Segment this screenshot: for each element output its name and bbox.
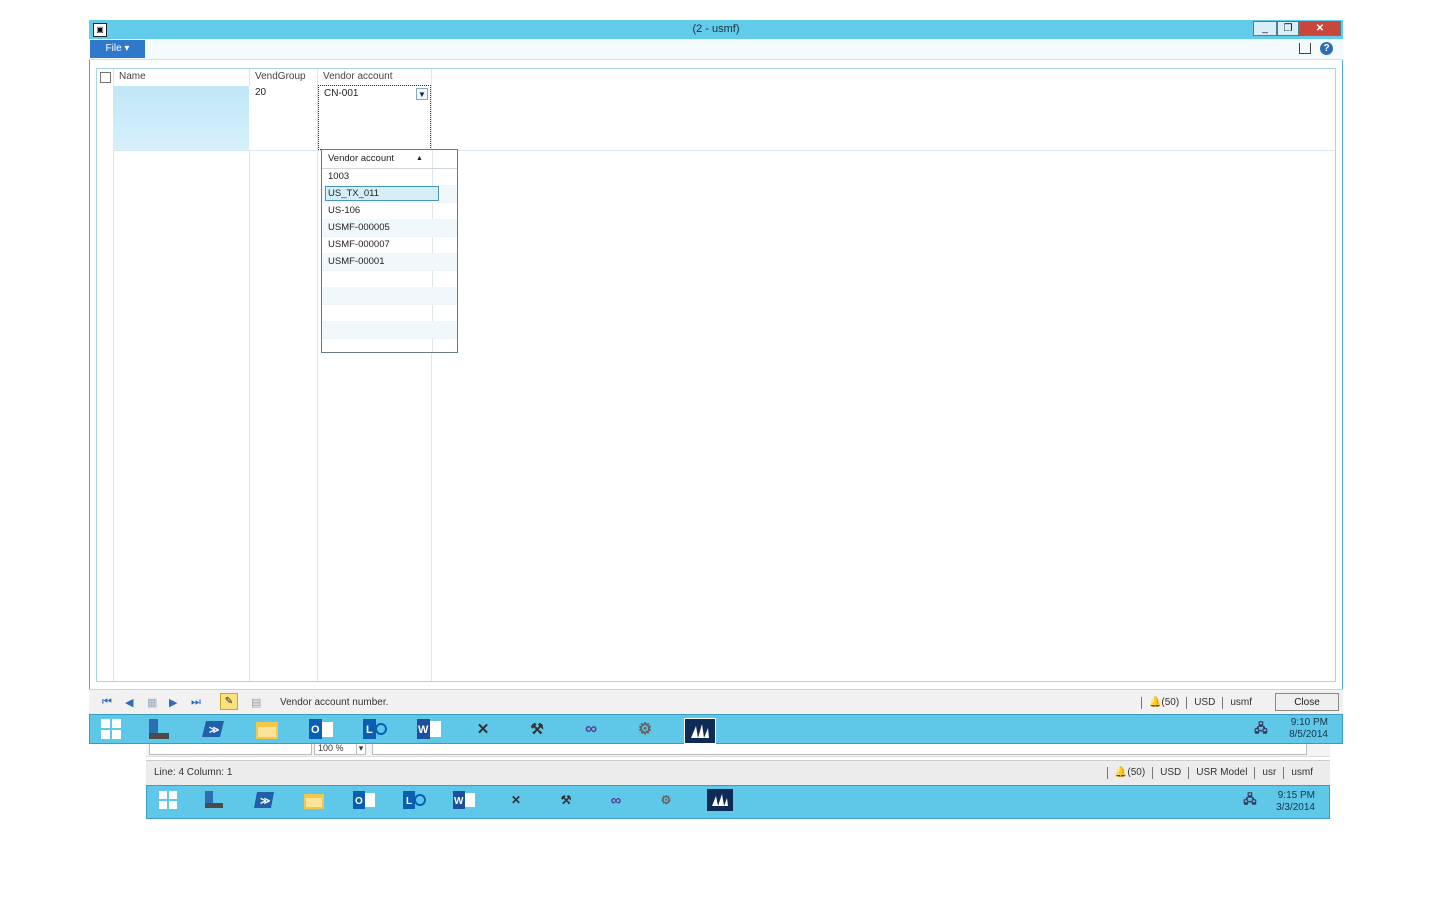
server-manager-icon[interactable] xyxy=(201,789,227,811)
settings-gear-icon[interactable]: ⚙ xyxy=(653,789,679,811)
lookup-item[interactable]: USMF-000007 xyxy=(322,236,457,254)
previous-record-icon[interactable]: ◀ xyxy=(125,696,133,709)
taskbar: ≫ O L W ✕ ⚒ ∞ ⚙ 🖧 9:10 PM 8/5/2014 xyxy=(89,714,1343,744)
word-icon[interactable]: W xyxy=(451,789,477,811)
last-record-icon[interactable]: ⏭ xyxy=(191,696,201,709)
company[interactable]: usmf xyxy=(1222,697,1259,709)
windows-start-icon[interactable] xyxy=(98,718,124,740)
close-window-button[interactable]: ✕ xyxy=(1299,21,1341,36)
lync-icon[interactable]: L xyxy=(401,789,427,811)
column-header-name[interactable]: Name xyxy=(119,71,146,82)
file-explorer-icon[interactable] xyxy=(254,718,280,740)
bell-icon: 🔔 xyxy=(1148,697,1162,708)
word-icon[interactable]: W xyxy=(416,718,442,740)
svg-text:O: O xyxy=(311,724,320,736)
status-help-text: Vendor account number. xyxy=(280,697,389,708)
grid-column-divider xyxy=(113,69,114,681)
lookup-item[interactable]: USMF-000005 xyxy=(322,219,457,237)
title-bar[interactable]: ▣ (2 - usmf) _ ❐ ✕ xyxy=(89,20,1343,39)
vendor-account-field[interactable]: CN-001 ▼ xyxy=(318,85,431,150)
column-header-vendor-account[interactable]: Vendor account xyxy=(323,71,393,82)
status-bar: ⏮ ◀ ▦ ▶ ⏭ ✎ ▤ Vendor account number. 🔔(5… xyxy=(89,689,1343,714)
bg-company[interactable]: usmf xyxy=(1283,767,1320,779)
minimize-button[interactable]: _ xyxy=(1253,21,1277,36)
config-tools-icon[interactable]: ⚒ xyxy=(524,718,550,740)
vendor-account-value: CN-001 xyxy=(324,88,359,99)
grid: Name VendGroup Vendor account 20 CN-001 … xyxy=(96,68,1336,682)
lookup-empty-row xyxy=(322,304,457,322)
bg-status-right: 🔔(50) USD USR Model usr usmf xyxy=(1106,767,1320,779)
bg-clock[interactable]: 9:15 PM 3/3/2014 xyxy=(1276,790,1315,814)
first-record-icon[interactable]: ⏮ xyxy=(102,696,112,709)
outlook-icon[interactable]: O xyxy=(351,789,377,811)
status-right: 🔔(50) USD usmf xyxy=(1140,697,1259,709)
svg-text:L: L xyxy=(366,724,373,736)
lookup-empty-row xyxy=(322,321,457,339)
lookup-item[interactable]: US-106 xyxy=(322,202,457,220)
sort-ascending-icon: ▲ xyxy=(416,155,423,162)
network-icon[interactable]: 🖧 xyxy=(1237,789,1263,811)
ribbon-bar: File ▾ ? xyxy=(89,39,1343,60)
file-explorer-icon[interactable] xyxy=(301,789,327,811)
window-title: (2 - usmf) xyxy=(692,23,740,35)
bg-layer[interactable]: usr xyxy=(1254,767,1283,779)
clock[interactable]: 9:10 PM 8/5/2014 xyxy=(1289,717,1328,741)
help-icon[interactable]: ? xyxy=(1320,42,1333,55)
bg-notifications[interactable]: 🔔(50) xyxy=(1106,767,1152,779)
lookup-empty-row xyxy=(322,270,457,288)
server-manager-icon[interactable] xyxy=(146,718,172,740)
currency[interactable]: USD xyxy=(1186,697,1222,709)
lookup-item[interactable]: USMF-00001 xyxy=(322,253,457,271)
svg-text:≫: ≫ xyxy=(260,796,270,807)
bell-icon: 🔔 xyxy=(1114,767,1128,778)
powershell-icon[interactable]: ≫ xyxy=(251,789,277,811)
close-button[interactable]: Close xyxy=(1275,693,1339,711)
svg-text:W: W xyxy=(454,796,464,807)
lookup-item-selected[interactable]: US_TX_011 xyxy=(322,185,457,203)
network-icon[interactable]: 🖧 xyxy=(1248,718,1274,740)
next-record-icon[interactable]: ▶ xyxy=(169,696,177,709)
chevron-down-icon[interactable]: ▼ xyxy=(416,88,428,100)
attachment-icon[interactable]: ▤ xyxy=(251,696,261,709)
visual-studio-icon[interactable]: ∞ xyxy=(578,718,604,740)
tools-icon[interactable]: ✕ xyxy=(470,718,496,740)
grid-column-divider xyxy=(249,69,250,681)
bg-status-bar: Line: 4 Column: 1 🔔(50) USD USR Model us… xyxy=(146,760,1330,785)
vendor-account-lookup: Vendor account ▲ 1003 US_TX_011 US-106 U… xyxy=(321,149,458,353)
lookup-item[interactable]: 1003 xyxy=(322,168,457,186)
lookup-header[interactable]: Vendor account ▲ xyxy=(322,150,457,169)
visual-studio-icon[interactable]: ∞ xyxy=(603,789,629,811)
windows-start-icon[interactable] xyxy=(155,789,181,811)
settings-gear-icon[interactable]: ⚙ xyxy=(632,718,658,740)
record-list-icon[interactable]: ▦ xyxy=(147,696,157,709)
svg-text:≫: ≫ xyxy=(209,725,219,736)
notifications[interactable]: 🔔(50) xyxy=(1140,697,1186,709)
grid-header: Name VendGroup Vendor account xyxy=(97,69,433,85)
dynamics-ax-icon[interactable] xyxy=(707,789,733,811)
vendgroup-value: 20 xyxy=(255,87,267,98)
row-divider xyxy=(113,150,1335,151)
svg-text:L: L xyxy=(406,796,412,807)
svg-text:O: O xyxy=(355,796,363,807)
row-name-cell[interactable] xyxy=(113,86,249,150)
edit-pencil-icon[interactable]: ✎ xyxy=(220,693,238,710)
config-tools-icon[interactable]: ⚒ xyxy=(553,789,579,811)
bg-taskbar: ≫ O L W ✕ ⚒ ∞ ⚙ 🖧 9:15 PM 3/3/2014 xyxy=(146,785,1330,819)
powershell-icon[interactable]: ≫ xyxy=(200,718,226,740)
bg-status-text: Line: 4 Column: 1 xyxy=(154,767,233,778)
lync-icon[interactable]: L xyxy=(362,718,388,740)
layout-icon[interactable] xyxy=(1299,43,1311,54)
column-header-vendgroup[interactable]: VendGroup xyxy=(255,71,306,82)
bg-currency[interactable]: USD xyxy=(1152,767,1188,779)
bg-model[interactable]: USR Model xyxy=(1188,767,1254,779)
outlook-icon[interactable]: O xyxy=(308,718,334,740)
dynamics-ax-icon[interactable] xyxy=(684,718,716,744)
restore-button[interactable]: ❐ xyxy=(1277,21,1299,36)
svg-text:W: W xyxy=(418,724,429,736)
grid-column-divider xyxy=(317,69,318,681)
lookup-empty-row xyxy=(322,287,457,305)
tools-icon[interactable]: ✕ xyxy=(503,789,529,811)
file-menu-button[interactable]: File ▾ xyxy=(90,40,145,58)
